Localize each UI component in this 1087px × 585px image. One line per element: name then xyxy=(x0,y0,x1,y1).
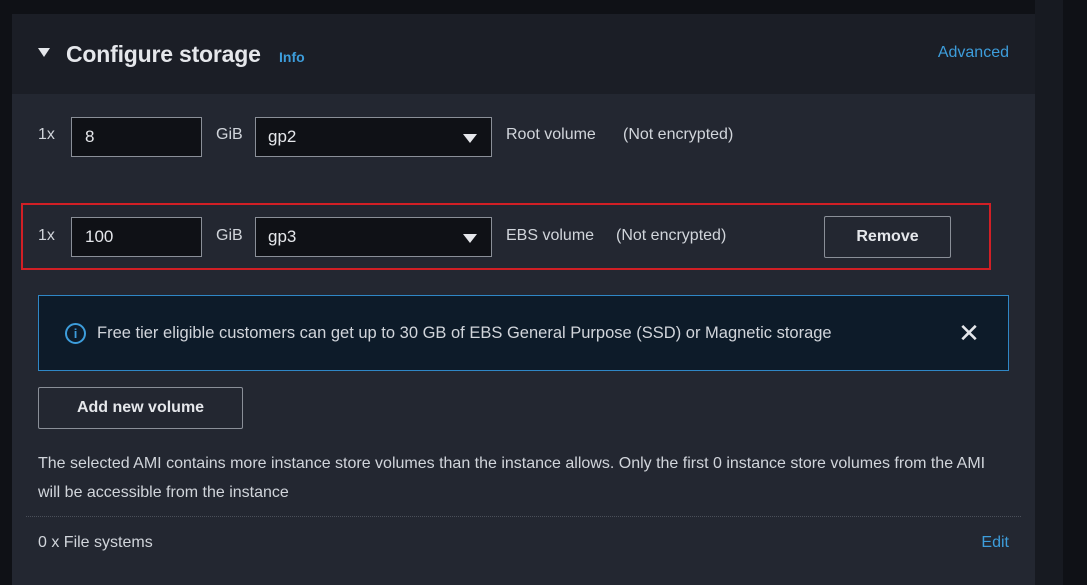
close-icon[interactable]: ✕ xyxy=(958,320,980,346)
info-link[interactable]: Info xyxy=(279,49,305,65)
instance-store-warning: The selected AMI contains more instance … xyxy=(38,455,986,501)
ebs-volume-type-value: gp3 xyxy=(268,227,297,246)
info-icon: i xyxy=(65,323,86,344)
root-volume-type-select[interactable]: gp2 xyxy=(255,117,492,157)
ebs-volume-unit: GiB xyxy=(216,227,243,244)
configure-storage-panel: Configure storage Info Advanced 1x 8 GiB… xyxy=(12,14,1035,585)
root-volume-count: 1x xyxy=(38,126,55,143)
add-new-volume-button[interactable]: Add new volume xyxy=(38,387,243,429)
root-volume-unit: GiB xyxy=(216,126,243,143)
edit-file-systems-link[interactable]: Edit xyxy=(981,534,1009,552)
alert-message: Free tier eligible customers can get up … xyxy=(97,324,832,342)
root-volume-size-value: 8 xyxy=(85,127,95,146)
collapse-caret-icon[interactable] xyxy=(38,48,50,57)
section-title: Configure storage xyxy=(66,41,261,67)
root-volume-name: Root volume xyxy=(506,126,596,143)
ebs-volume-size-value: 100 xyxy=(85,227,114,246)
page-gutter xyxy=(1035,0,1063,585)
remove-volume-button[interactable]: Remove xyxy=(824,216,951,258)
panel-header: Configure storage Info Advanced xyxy=(12,14,1035,94)
root-volume-type-value: gp2 xyxy=(268,127,297,146)
divider xyxy=(26,516,1021,517)
root-volume-size-input[interactable]: 8 xyxy=(71,117,202,157)
dropdown-arrow-icon xyxy=(463,134,477,143)
ebs-volume-type-select[interactable]: gp3 xyxy=(255,217,492,257)
free-tier-alert: i Free tier eligible customers can get u… xyxy=(38,295,1009,371)
ebs-volume-size-input[interactable]: 100 xyxy=(71,217,202,257)
file-systems-label: 0 x File systems xyxy=(38,534,153,551)
ebs-volume-encryption: (Not encrypted) xyxy=(616,227,727,244)
ebs-volume-count: 1x xyxy=(38,227,55,244)
advanced-link[interactable]: Advanced xyxy=(938,44,1009,62)
page-scroll-gutter xyxy=(1063,0,1087,585)
root-volume-encryption: (Not encrypted) xyxy=(623,126,734,143)
dropdown-arrow-icon xyxy=(463,234,477,243)
ebs-volume-name: EBS volume xyxy=(506,227,595,244)
